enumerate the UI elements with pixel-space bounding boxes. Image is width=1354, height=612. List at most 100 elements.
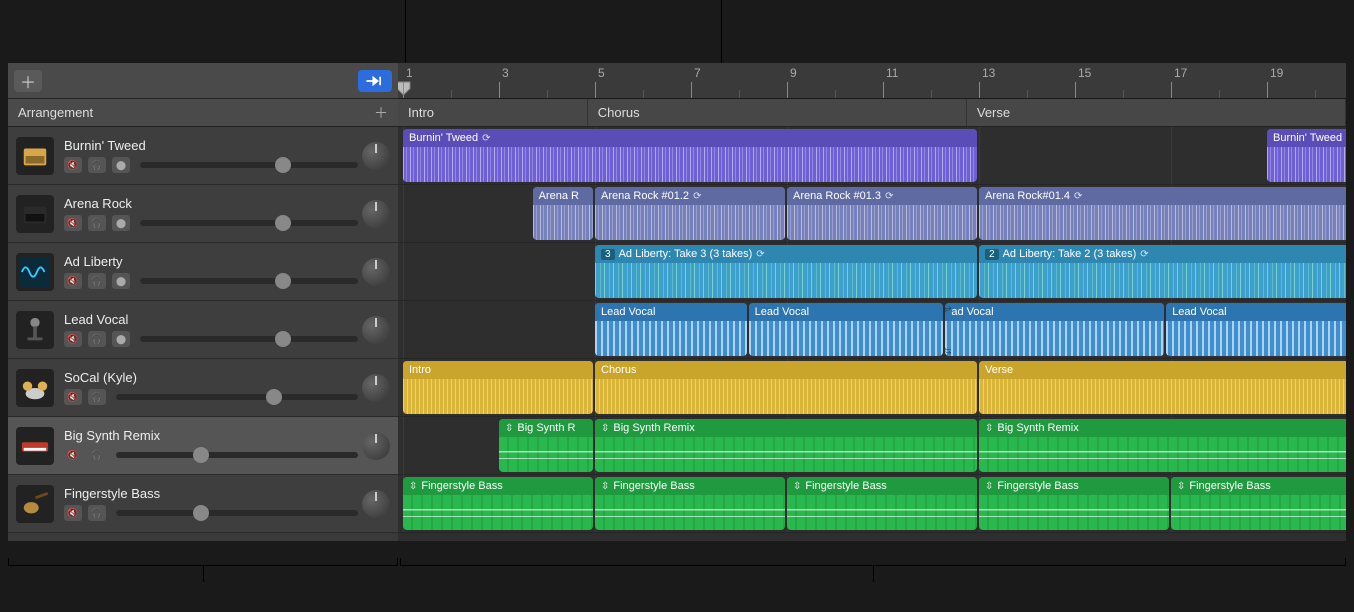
volume-slider[interactable]	[116, 452, 358, 458]
add-track-button[interactable]: ＋	[14, 70, 42, 92]
region-label: Fingerstyle Bass	[613, 480, 694, 492]
solo-button[interactable]: 🎧	[88, 505, 106, 521]
loop-arrows-icon: ⇳	[601, 423, 609, 434]
region[interactable]: Arena R	[533, 187, 593, 240]
track-row[interactable]: SoCal (Kyle)🔇🎧	[8, 359, 398, 417]
loop-icon: ⟳	[756, 249, 764, 260]
volume-slider[interactable]	[116, 510, 358, 516]
track-lane[interactable]: Lead VocalLead Vocalad Vocal⥂⥃Lead Vocal	[398, 301, 1346, 359]
track-row[interactable]: Burnin' Tweed🔇🎧⬤	[8, 127, 398, 185]
region[interactable]: Lead Vocal	[595, 303, 747, 356]
arrangement-marker[interactable]: Chorus	[588, 99, 967, 126]
solo-button[interactable]: 🎧	[88, 389, 106, 405]
input-button[interactable]: ⬤	[112, 273, 130, 289]
arrangement-track-header[interactable]: Arrangement ＋	[8, 99, 398, 127]
pan-knob[interactable]	[362, 374, 390, 402]
track-row[interactable]: Arena Rock🔇🎧⬤	[8, 185, 398, 243]
track-lane[interactable]: 3Ad Liberty: Take 3 (3 takes)⟳2Ad Libert…	[398, 243, 1346, 301]
region[interactable]: 2Ad Liberty: Take 2 (3 takes)⟳	[979, 245, 1346, 298]
region[interactable]: Verse	[979, 361, 1346, 414]
track-row[interactable]: Ad Liberty🔇🎧⬤	[8, 243, 398, 301]
mute-button[interactable]: 🔇	[64, 447, 82, 463]
region[interactable]: ⇳Fingerstyle Bass	[979, 477, 1169, 530]
region[interactable]: Lead Vocal	[749, 303, 944, 356]
arrangement-marker[interactable]: Verse	[967, 99, 1346, 126]
pan-knob[interactable]	[362, 142, 390, 170]
track-instrument-icon	[16, 369, 54, 407]
volume-slider[interactable]	[116, 394, 358, 400]
region[interactable]: ⇳Big Synth R	[499, 419, 593, 472]
add-arrangement-marker-button[interactable]: ＋	[374, 103, 388, 123]
volume-slider[interactable]	[140, 220, 358, 226]
input-button[interactable]: ⬤	[112, 215, 130, 231]
region-label: Lead Vocal	[755, 306, 809, 318]
region-label: Arena Rock#01.4	[985, 190, 1070, 202]
waveform	[979, 205, 1346, 240]
mute-button[interactable]: 🔇	[64, 215, 82, 231]
region[interactable]: Lead Vocal	[1166, 303, 1346, 356]
region[interactable]: Arena Rock #01.2⟳	[595, 187, 785, 240]
region[interactable]: Chorus	[595, 361, 977, 414]
ruler-number: 13	[982, 66, 995, 80]
region[interactable]: ⇳Fingerstyle Bass	[595, 477, 785, 530]
volume-slider[interactable]	[140, 162, 358, 168]
input-button[interactable]: ⬤	[112, 331, 130, 347]
track-lane[interactable]: ⇳Big Synth R⇳Big Synth Remix⇳Big Synth R…	[398, 417, 1346, 475]
track-name: Fingerstyle Bass	[64, 486, 362, 501]
track-lane[interactable]: ⇳Fingerstyle Bass⇳Fingerstyle Bass⇳Finge…	[398, 475, 1346, 533]
solo-button[interactable]: 🎧	[88, 215, 106, 231]
playhead[interactable]	[398, 81, 411, 101]
pan-knob[interactable]	[362, 432, 390, 460]
track-row[interactable]: Lead Vocal🔇🎧⬤	[8, 301, 398, 359]
region[interactable]: Arena Rock #01.3⟳	[787, 187, 977, 240]
volume-slider[interactable]	[140, 336, 358, 342]
mute-button[interactable]: 🔇	[64, 389, 82, 405]
pan-knob[interactable]	[362, 490, 390, 518]
region[interactable]: ⇳Fingerstyle Bass	[1171, 477, 1346, 530]
region[interactable]: Arena Rock#01.4⟳	[979, 187, 1346, 240]
track-lane[interactable]: Burnin' Tweed⟳ Burnin' Tweed	[398, 127, 1346, 185]
region-label: Chorus	[601, 364, 636, 376]
region-label: Big Synth R	[517, 422, 575, 434]
loop-arrows-icon: ⇳	[985, 423, 993, 434]
region[interactable]: Burnin' Tweed	[1267, 129, 1346, 182]
solo-button[interactable]: 🎧	[88, 331, 106, 347]
solo-button[interactable]: 🎧	[88, 157, 106, 173]
region[interactable]: ⇳Big Synth Remix	[979, 419, 1346, 472]
pan-knob[interactable]	[362, 200, 390, 228]
input-button[interactable]: ⬤	[112, 157, 130, 173]
arrangement-marker[interactable]: Intro	[398, 99, 588, 126]
region[interactable]: ⇳Fingerstyle Bass	[787, 477, 977, 530]
waveform	[945, 321, 1164, 356]
region[interactable]: Intro	[403, 361, 593, 414]
solo-button[interactable]: 🎧	[88, 447, 106, 463]
mute-button[interactable]: 🔇	[64, 331, 82, 347]
region-label: Arena R	[539, 190, 579, 202]
track-lane[interactable]: Arena R Arena Rock #01.2⟳Arena Rock #01.3…	[398, 185, 1346, 243]
region-edge-handle[interactable]: ⥂⥃	[945, 303, 951, 356]
ruler[interactable]: 135791113151719	[398, 63, 1346, 99]
track-row[interactable]: Big Synth Remix🔇🎧	[8, 417, 398, 475]
track-lane[interactable]: Intro Chorus Verse	[398, 359, 1346, 417]
volume-slider[interactable]	[140, 278, 358, 284]
arrangement-label: Arrangement	[18, 105, 93, 120]
mute-button[interactable]: 🔇	[64, 273, 82, 289]
pan-knob[interactable]	[362, 316, 390, 344]
loop-arrows-icon: ⇳	[985, 481, 993, 492]
region[interactable]: 3Ad Liberty: Take 3 (3 takes)⟳	[595, 245, 977, 298]
solo-button[interactable]: 🎧	[88, 273, 106, 289]
track-row[interactable]: Fingerstyle Bass 🔇 🎧	[8, 475, 398, 533]
waveform	[533, 205, 593, 240]
region[interactable]: ⇳Big Synth Remix	[595, 419, 977, 472]
region[interactable]: Burnin' Tweed⟳	[403, 129, 977, 182]
waveform	[1267, 147, 1346, 182]
pan-knob[interactable]	[362, 258, 390, 286]
mute-button[interactable]: 🔇	[64, 157, 82, 173]
midi-content	[787, 495, 977, 530]
mute-button[interactable]: 🔇	[64, 505, 82, 521]
loop-arrows-icon: ⇳	[1177, 481, 1185, 492]
ruler-number: 17	[1174, 66, 1187, 80]
catch-playhead-button[interactable]	[358, 70, 392, 92]
region[interactable]: ⇳Fingerstyle Bass	[403, 477, 593, 530]
region[interactable]: ad Vocal⥂⥃	[945, 303, 1164, 356]
